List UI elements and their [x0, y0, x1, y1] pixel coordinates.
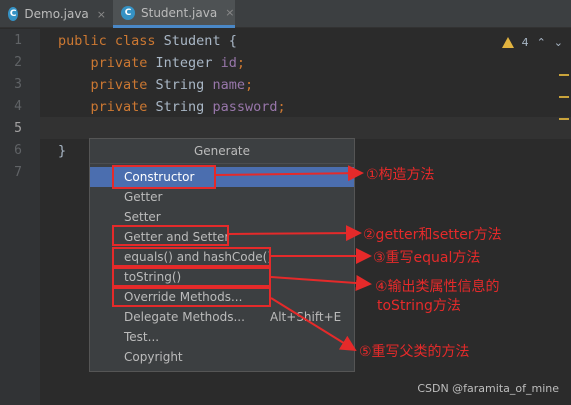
annotation-arrows [215, 165, 372, 352]
annotation-tostring-line2: toString方法 [377, 298, 461, 314]
arrow-tostring [270, 275, 372, 291]
annotation-getter-setter: ②getter和setter方法 [363, 227, 502, 243]
annotation-tostring-line1: ④输出类属性信息的 [375, 279, 500, 295]
annotation-constructor: ①构造方法 [366, 167, 435, 183]
arrow-constructor [215, 165, 364, 182]
annotation-override: ⑤重写父类的方法 [359, 344, 470, 360]
annotation-equals: ③重写equal方法 [373, 250, 481, 266]
watermark: CSDN @faramita_of_mine [417, 382, 559, 395]
arrow-override [270, 297, 357, 352]
arrow-getter-setter [228, 225, 362, 242]
